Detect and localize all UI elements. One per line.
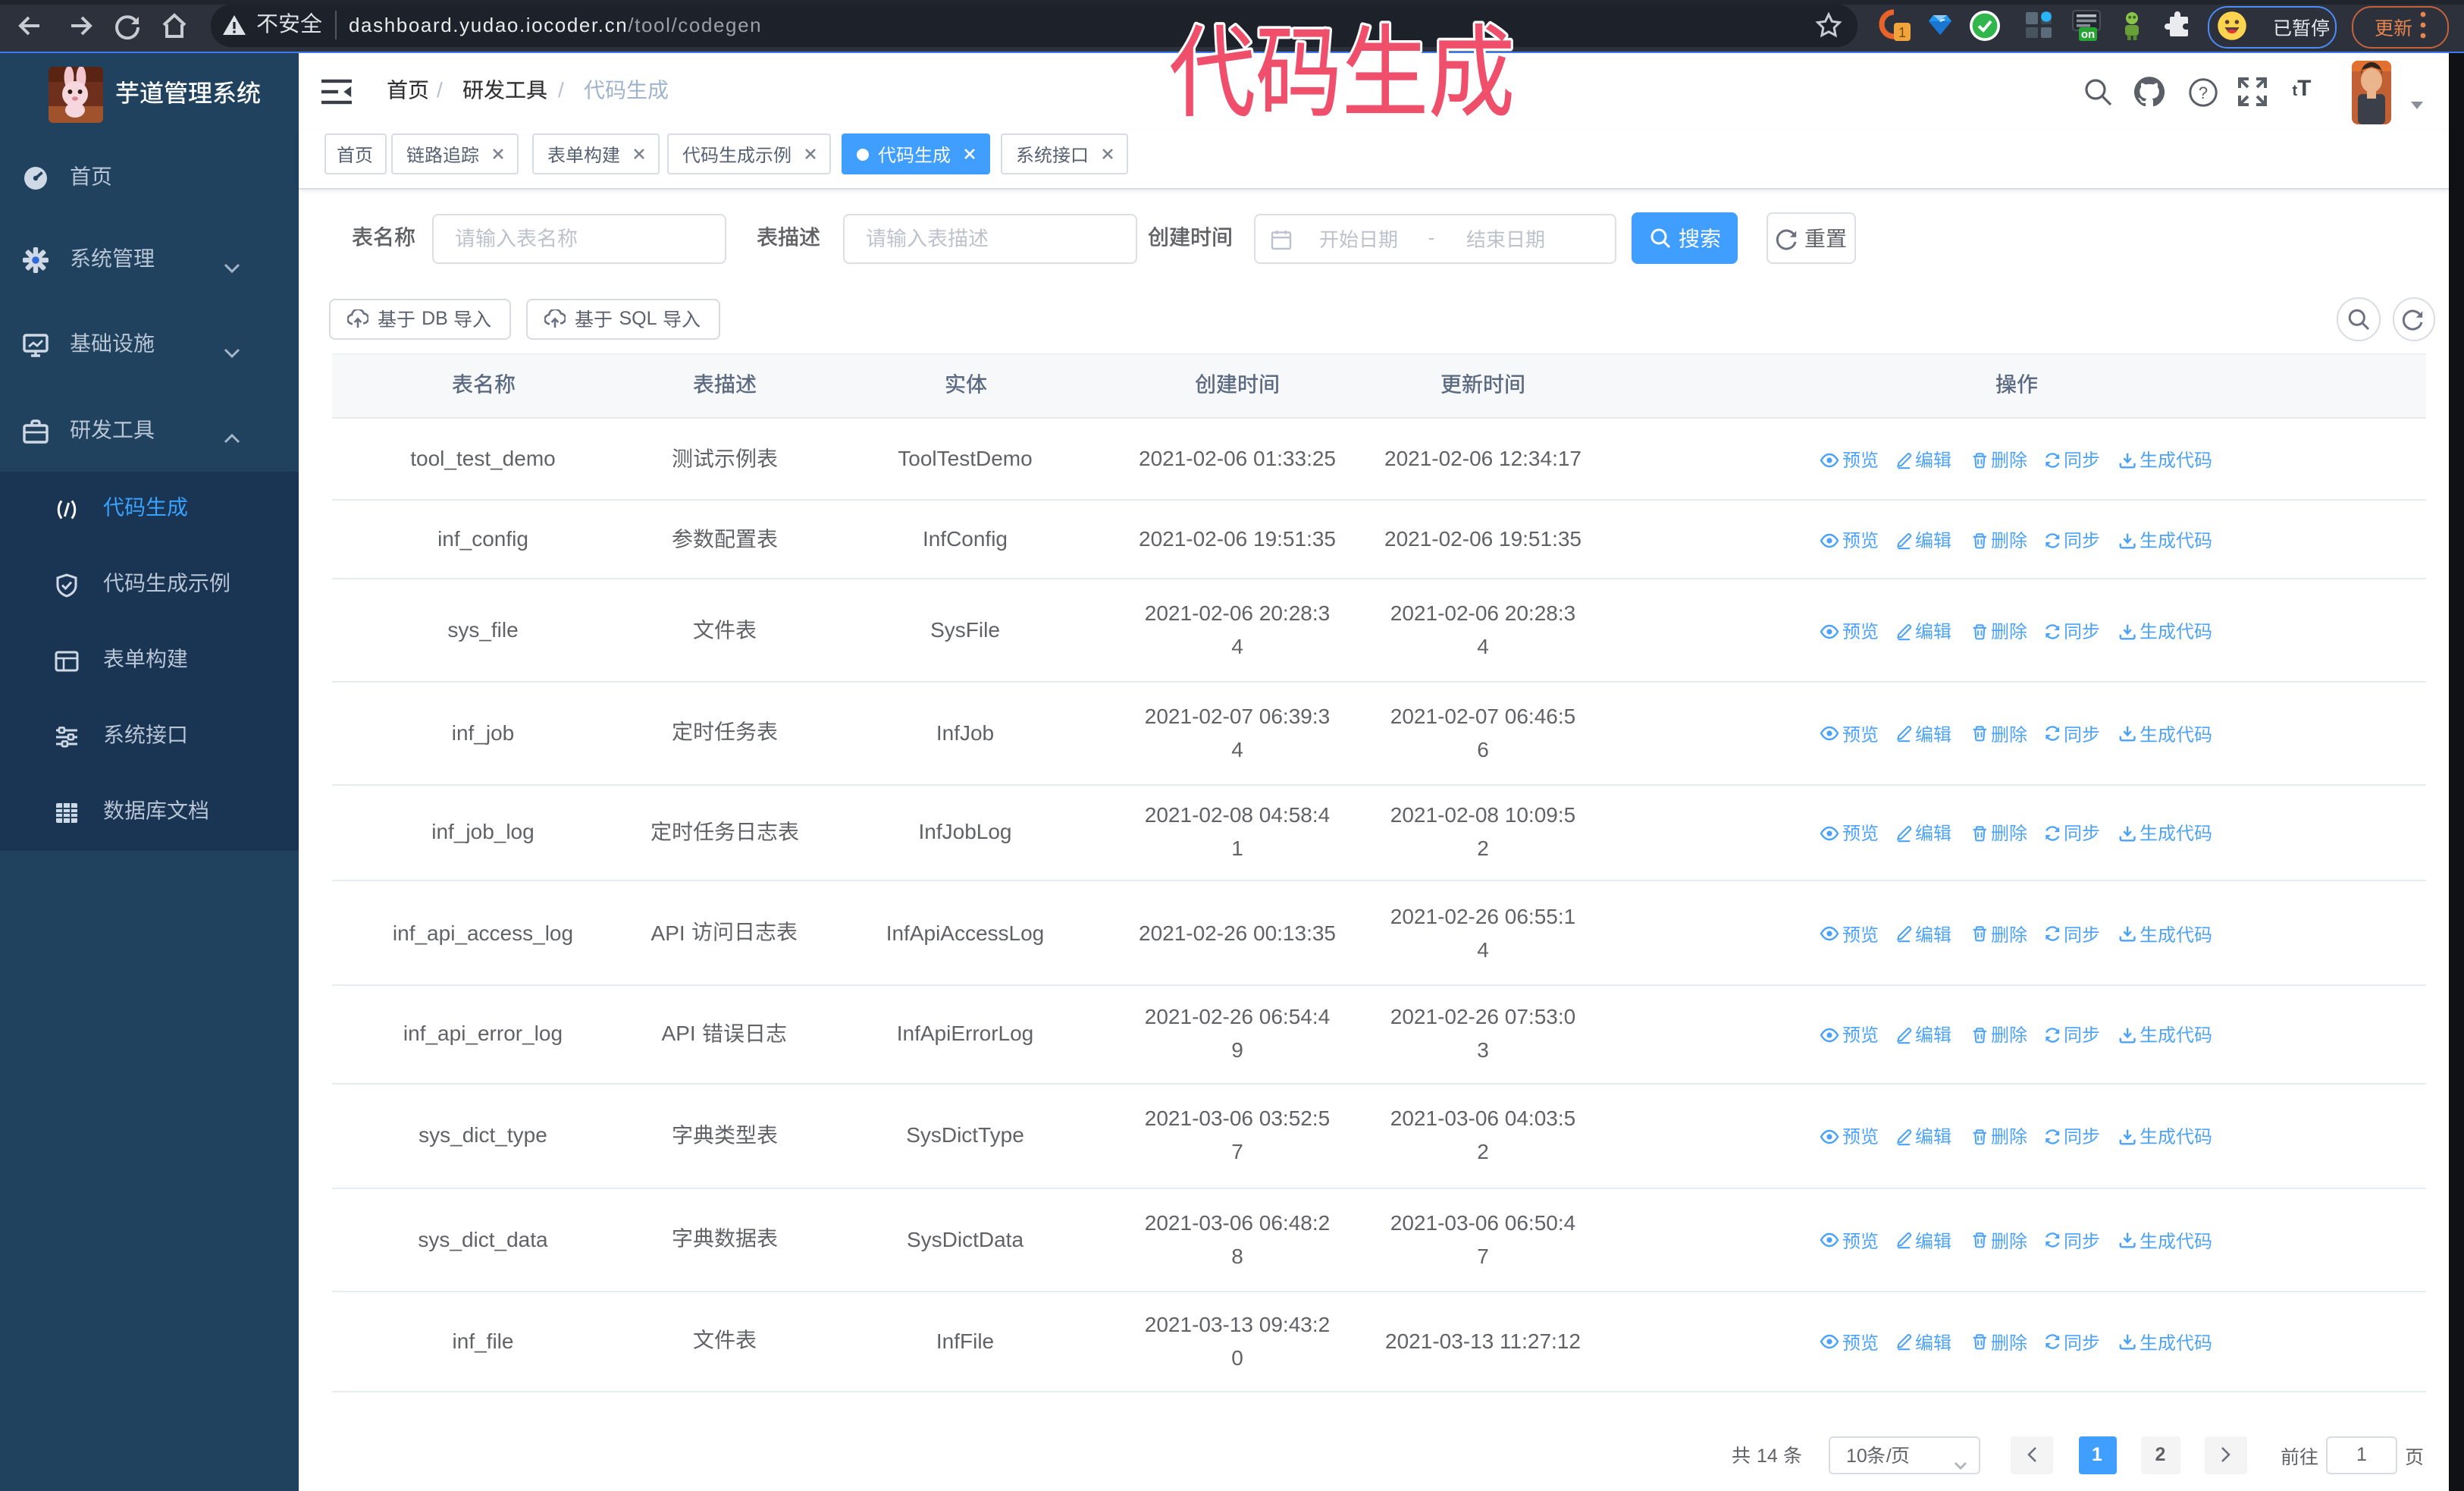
svg-text:?: ? xyxy=(2198,83,2207,102)
svg-text:1: 1 xyxy=(1898,24,1906,39)
svg-text:on: on xyxy=(2081,27,2095,40)
